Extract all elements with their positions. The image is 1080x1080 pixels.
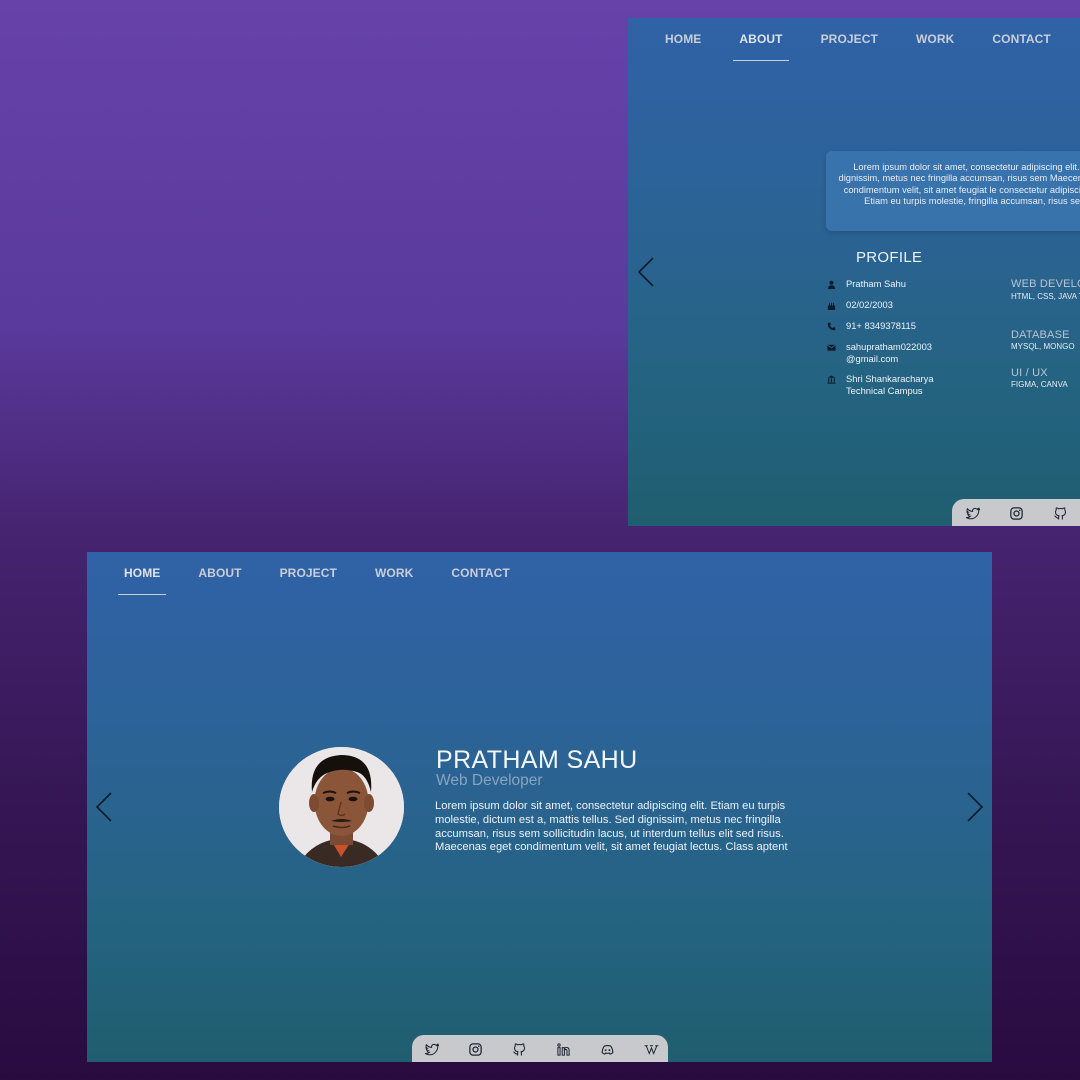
twitter-icon[interactable] [423,1041,439,1057]
avatar [279,747,404,867]
profile-name-row: Pratham Sahu [826,278,956,290]
nav-about[interactable]: ABOUT [733,32,789,61]
nav-contact[interactable]: CONTACT [451,566,509,584]
linkedin-icon[interactable] [555,1041,571,1057]
prev-arrow-icon[interactable] [635,256,657,288]
nav-work[interactable]: WORK [375,566,413,584]
hero-description: Lorem ipsum dolor sit amet, consectetur … [435,800,788,854]
skill-value-uiux: FIGMA, CANVA [1011,380,1068,389]
profile-name: Pratham Sahu [846,278,906,289]
profile-heading: PROFILE [856,249,923,266]
main-nav: HOME ABOUT PROJECT WORK CONTACT [117,566,548,595]
prev-arrow-icon[interactable] [93,791,115,823]
nav-project[interactable]: PROJECT [821,32,878,50]
about-text: Lorem ipsum dolor sit amet, consectetur … [838,162,1080,207]
profile-dob: 02/02/2003 [846,299,893,310]
instagram-icon[interactable] [467,1041,483,1057]
instagram-icon[interactable] [1008,505,1024,521]
nav-contact[interactable]: CONTACT [992,32,1050,50]
about-page-screenshot: HOME ABOUT PROJECT WORK CONTACT Lorem ip… [628,18,1080,526]
wikipedia-icon[interactable] [643,1041,659,1057]
profile-college-row: Shri Shankaracharya Technical Campus [826,373,956,396]
profile-dob-row: 02/02/2003 [826,299,956,311]
twitter-icon[interactable] [964,505,980,521]
birthday-cake-icon [826,300,836,310]
hero-role: Web Developer [436,772,543,789]
profile-email: sahupratham022003 @gmail.com [846,341,933,364]
home-page-screenshot: HOME ABOUT PROJECT WORK CONTACT PRATHAM … [87,552,992,1062]
nav-home[interactable]: HOME [117,566,167,595]
github-icon[interactable] [1052,505,1068,521]
profile-phone-row: 91+ 8349378115 [826,320,956,332]
nav-about[interactable]: ABOUT [198,566,241,584]
skill-value-database: MYSQL, MONGO [1011,342,1075,351]
mail-icon [826,342,836,352]
social-links-bar [412,1035,668,1062]
user-icon [826,279,836,289]
skill-heading-web: WEB DEVELO [1011,278,1080,290]
hero-name: PRATHAM SAHU [436,746,638,774]
skill-heading-uiux: UI / UX [1011,367,1048,379]
profile-phone: 91+ 8349378115 [846,320,916,331]
about-text-card: Lorem ipsum dolor sit amet, consectetur … [826,151,1080,231]
institution-icon [826,374,836,384]
nav-home[interactable]: HOME [665,32,701,50]
discord-icon[interactable] [599,1041,615,1057]
skill-value-web: HTML, CSS, JAVA TYPESCRIPT [1011,292,1080,301]
phone-icon [826,321,836,331]
social-links-bar [952,499,1080,526]
skill-heading-database: DATABASE [1011,329,1070,341]
profile-college: Shri Shankaracharya Technical Campus [846,373,934,396]
profile-email-row: sahupratham022003 @gmail.com [826,341,956,364]
nav-project[interactable]: PROJECT [280,566,337,584]
main-nav: HOME ABOUT PROJECT WORK CONTACT [665,32,1080,61]
nav-work[interactable]: WORK [916,32,954,50]
next-arrow-icon[interactable] [964,791,986,823]
github-icon[interactable] [511,1041,527,1057]
